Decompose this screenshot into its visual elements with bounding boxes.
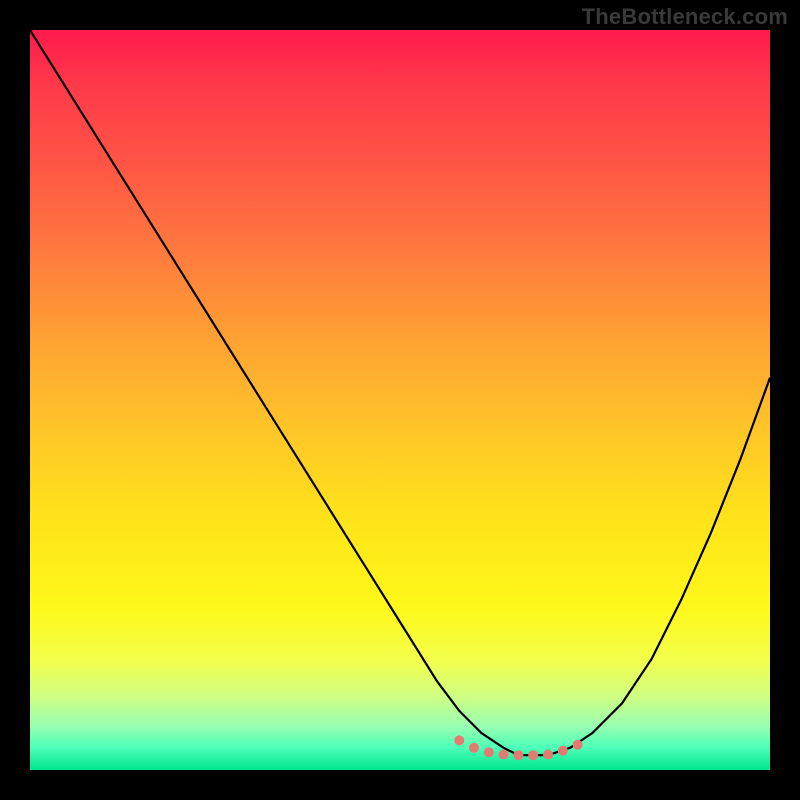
bottleneck-curve: [30, 30, 770, 755]
optimal-marker-dot: [573, 740, 583, 750]
watermark-text: TheBottleneck.com: [582, 4, 788, 30]
optimal-marker-dot: [469, 743, 479, 753]
optimal-marker-dot: [543, 750, 553, 760]
optimal-range-markers: [454, 735, 582, 760]
optimal-marker-dot: [499, 750, 509, 760]
optimal-marker-dot: [558, 746, 568, 756]
chart-plot-area: [30, 30, 770, 770]
chart-overlay-svg: [30, 30, 770, 770]
optimal-marker-dot: [513, 750, 523, 760]
optimal-marker-dot: [484, 747, 494, 757]
optimal-marker-dot: [528, 750, 538, 760]
optimal-marker-dot: [454, 735, 464, 745]
